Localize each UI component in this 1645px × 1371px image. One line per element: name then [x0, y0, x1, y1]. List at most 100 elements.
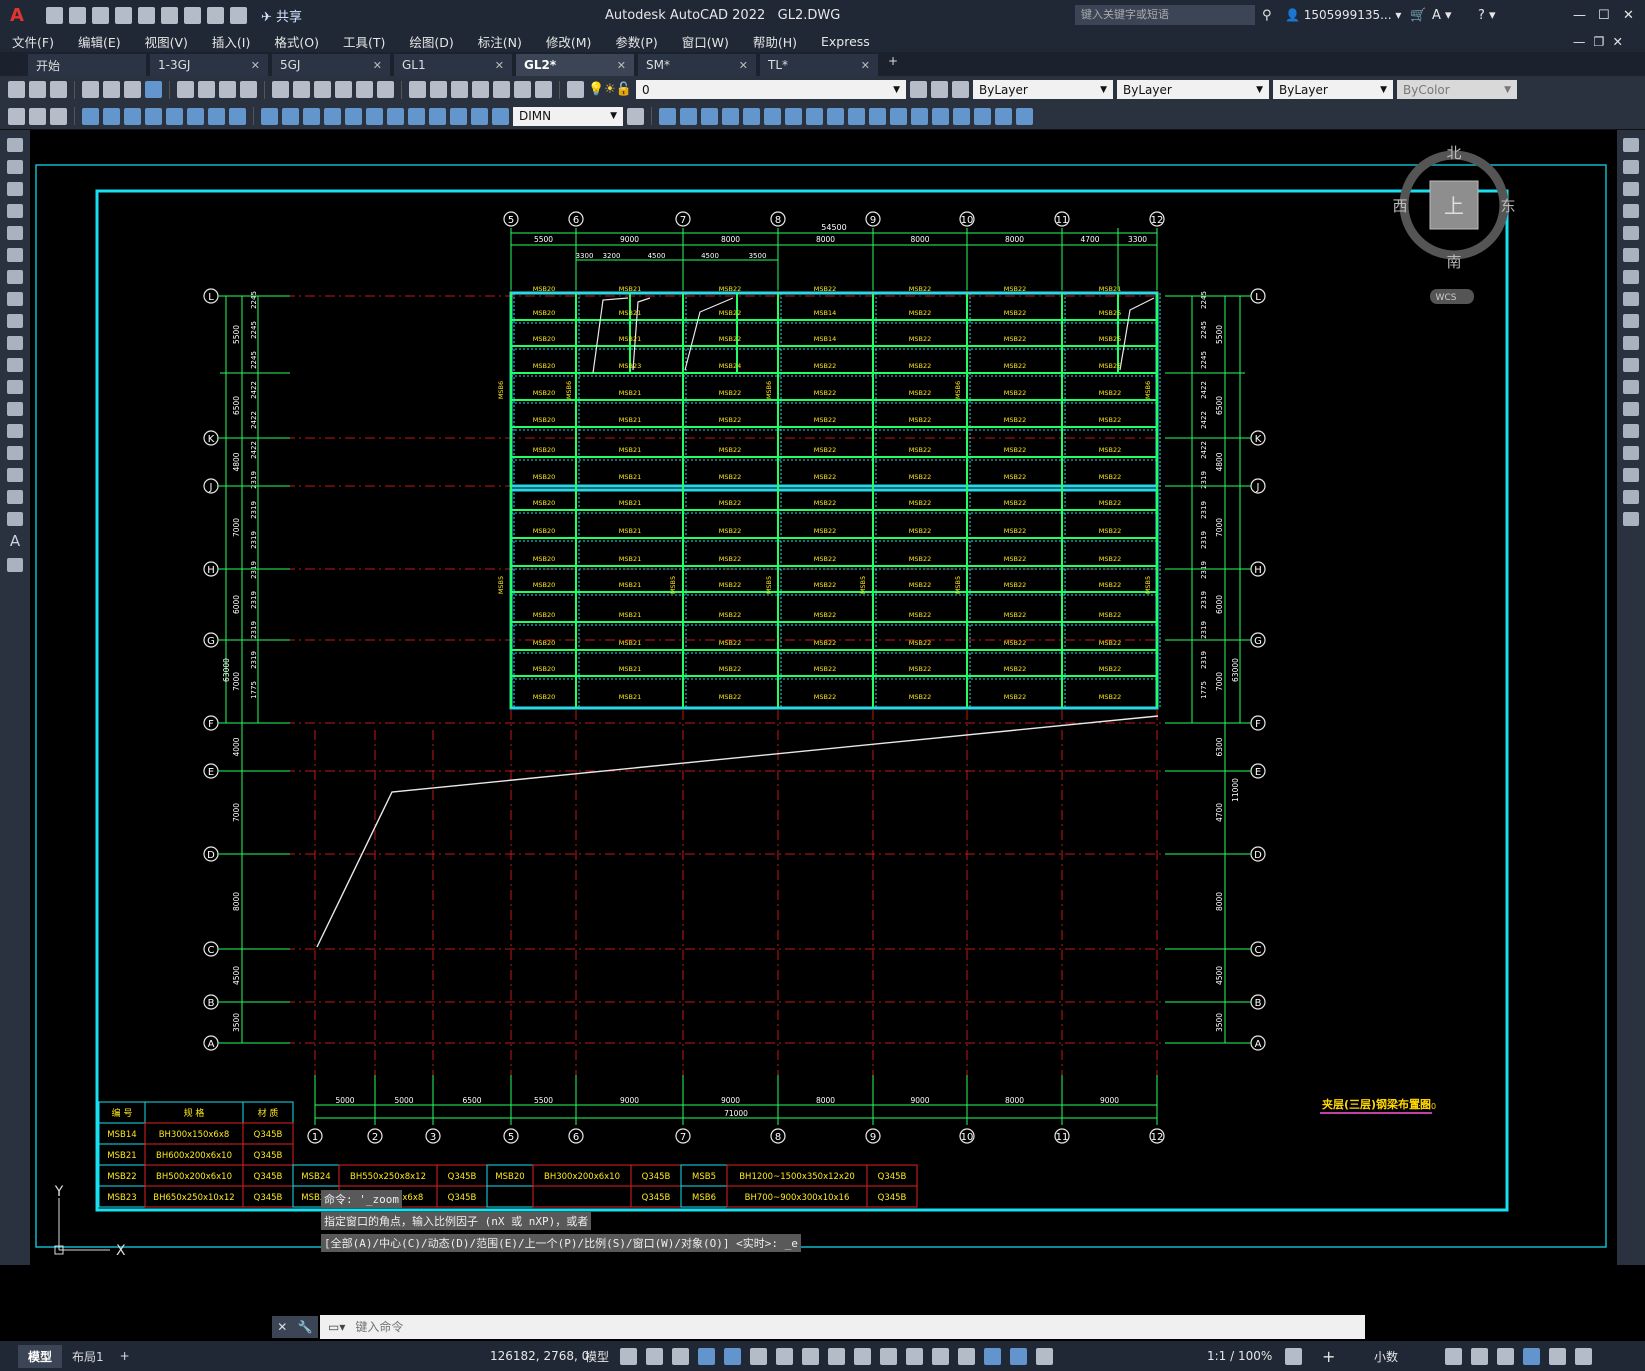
stretch-icon[interactable]: [1623, 314, 1639, 328]
cart-icon[interactable]: 🛒: [1410, 8, 1426, 23]
trim-icon[interactable]: [848, 107, 865, 125]
mtext-icon[interactable]: A: [0, 532, 30, 550]
erase-icon[interactable]: [659, 107, 676, 125]
dimstyle-icon[interactable]: [627, 107, 644, 125]
rotate-icon[interactable]: [1623, 270, 1639, 284]
autocad-logo[interactable]: A: [10, 5, 24, 26]
point-icon[interactable]: [7, 424, 23, 438]
group-icon[interactable]: [995, 107, 1012, 125]
block-icon[interactable]: [8, 107, 25, 125]
hatch-icon[interactable]: [7, 446, 23, 460]
lineweight-dropdown[interactable]: ByLayer ▼: [1273, 80, 1394, 99]
cad-drawing[interactable]: MSB20 MSB21 MSB22 MSB22 MSB22 MSB22 MSB21 MSB20…: [30, 130, 1617, 1265]
offset-icon[interactable]: [722, 107, 739, 125]
dim-edit-icon[interactable]: [450, 107, 467, 125]
hardware-accel-icon[interactable]: [1523, 1347, 1540, 1365]
linear-dim-icon[interactable]: [82, 107, 99, 125]
dim-space-icon[interactable]: [324, 107, 341, 125]
extend-icon[interactable]: [869, 107, 886, 125]
linetype-dropdown[interactable]: ByLayer ▼: [1117, 80, 1270, 99]
menu-edit[interactable]: 编辑(E): [66, 32, 133, 51]
close-icon[interactable]: ✕: [617, 59, 626, 72]
spline-icon[interactable]: [7, 314, 23, 328]
layer-current-icon[interactable]: [910, 81, 928, 98]
tool-palette-icon[interactable]: [451, 81, 468, 98]
web-icon[interactable]: [145, 81, 162, 98]
layer-match-icon[interactable]: [952, 81, 970, 98]
sheet-set-icon[interactable]: [472, 81, 489, 98]
quick-dim-icon[interactable]: [261, 107, 278, 125]
copy-object-icon[interactable]: [680, 107, 697, 125]
insert-icon[interactable]: [29, 107, 46, 125]
pan-icon[interactable]: [314, 81, 331, 98]
polygon-icon[interactable]: [7, 204, 23, 218]
tab-1-3gj[interactable]: 1-3GJ ✕: [150, 54, 268, 76]
fillet-icon[interactable]: [953, 107, 970, 125]
construction-line-icon[interactable]: [7, 160, 23, 174]
lock-ui-icon[interactable]: [1471, 1347, 1488, 1365]
new-tab-button[interactable]: +: [882, 54, 904, 76]
customize-icon[interactable]: [1575, 1347, 1592, 1365]
quick-properties-icon[interactable]: [1445, 1347, 1462, 1365]
tolerance-icon[interactable]: [366, 107, 383, 125]
annotation-scale[interactable]: 1:1 / 100%: [1207, 1349, 1272, 1363]
add-layout-button[interactable]: +: [120, 1349, 130, 1363]
ordinate-dim-icon[interactable]: [145, 107, 162, 125]
close-icon[interactable]: ✕: [373, 59, 382, 72]
add-selected-icon[interactable]: [7, 558, 23, 572]
viewcube-east[interactable]: 东: [1500, 197, 1515, 215]
save-icon[interactable]: [91, 6, 109, 24]
zoom-window-icon[interactable]: [356, 81, 373, 98]
gradient-icon[interactable]: [7, 468, 23, 482]
properties-icon[interactable]: [409, 81, 426, 98]
menu-dimension[interactable]: 标注(N): [466, 32, 534, 51]
lineweight-icon[interactable]: [828, 1347, 845, 1365]
tab-5gj[interactable]: 5GJ ✕: [272, 54, 390, 76]
auto-scale-icon[interactable]: [1036, 1347, 1053, 1365]
line-icon[interactable]: [7, 138, 23, 152]
command-line[interactable]: ▭▾: [320, 1315, 1365, 1339]
circle-icon[interactable]: [7, 270, 23, 284]
polar-icon[interactable]: [724, 1347, 741, 1365]
save-icon[interactable]: [50, 81, 67, 98]
join-icon[interactable]: [911, 107, 928, 125]
angular-dim-icon[interactable]: [229, 107, 246, 125]
baseline-dim-icon[interactable]: [282, 107, 299, 125]
menu-express[interactable]: Express: [809, 34, 882, 49]
layer-properties-icon[interactable]: [567, 81, 584, 98]
array-icon[interactable]: [743, 107, 760, 125]
break-icon[interactable]: [890, 107, 907, 125]
revcloud-icon[interactable]: [7, 292, 23, 306]
layer-previous-icon[interactable]: [931, 81, 949, 98]
viewcube-north[interactable]: 北: [1446, 144, 1461, 162]
table-icon[interactable]: [7, 512, 23, 526]
help-icon[interactable]: [535, 81, 552, 98]
coordinates[interactable]: 126182, 2768, 0: [490, 1349, 589, 1363]
explode-icon[interactable]: [1623, 512, 1639, 526]
tab-layout1[interactable]: 布局1: [62, 1345, 114, 1368]
viewcube[interactable]: 上 北 南 东 西 WCS: [1392, 144, 1516, 304]
close-button[interactable]: ✕: [1623, 8, 1634, 23]
menu-modify[interactable]: 修改(M): [534, 32, 604, 51]
workspace-icon[interactable]: [1285, 1347, 1302, 1365]
web-save-icon[interactable]: [160, 6, 178, 24]
viewcube-west[interactable]: 西: [1392, 197, 1407, 215]
continue-dim-icon[interactable]: [303, 107, 320, 125]
close-icon[interactable]: ✕: [277, 1320, 287, 1334]
erase-icon[interactable]: [1623, 138, 1639, 152]
redo-icon[interactable]: [229, 6, 247, 24]
array-icon[interactable]: [1623, 226, 1639, 240]
rotate-icon[interactable]: [785, 107, 802, 125]
selection-cycling-icon[interactable]: [880, 1347, 897, 1365]
polyline-icon[interactable]: [7, 182, 23, 196]
minimize-button[interactable]: —: [1573, 8, 1586, 23]
clean-screen-icon[interactable]: [1549, 1347, 1566, 1365]
snap-icon[interactable]: [646, 1347, 663, 1365]
save-as-icon[interactable]: [114, 6, 132, 24]
isodraft-icon[interactable]: [750, 1347, 767, 1365]
zoom-previous-icon[interactable]: [377, 81, 394, 98]
menu-draw[interactable]: 绘图(D): [397, 32, 465, 51]
jogged-linear-icon[interactable]: [429, 107, 446, 125]
redo-icon[interactable]: [293, 81, 310, 98]
plot-icon[interactable]: [183, 6, 201, 24]
